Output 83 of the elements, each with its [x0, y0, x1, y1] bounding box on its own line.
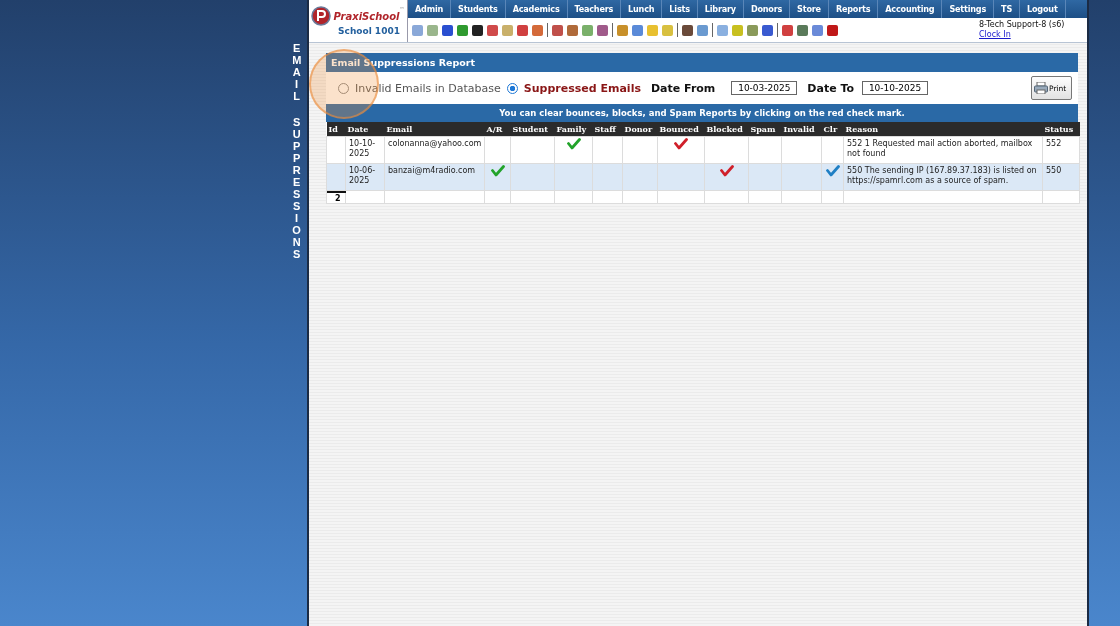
check-cell[interactable]: [781, 163, 822, 191]
column-header: Spam: [748, 122, 782, 137]
school-name: School 1001: [338, 26, 400, 36]
status-cell: 550: [1042, 163, 1080, 191]
report-mode-option[interactable]: Invalid Emails in Database: [338, 81, 501, 95]
check-icon[interactable]: [825, 165, 840, 177]
check-cell[interactable]: [484, 163, 511, 191]
column-header: Status: [1042, 122, 1080, 137]
row-count: 2: [327, 191, 346, 203]
menu-item[interactable]: Reports: [828, 0, 879, 18]
date-cell: 10-10-2025: [345, 136, 385, 164]
menu-item[interactable]: Students: [451, 0, 506, 18]
menu-item[interactable]: Accounting: [878, 0, 943, 18]
check-cell[interactable]: [748, 163, 782, 191]
check-cell[interactable]: [657, 163, 705, 191]
menu-item[interactable]: TS: [994, 0, 1021, 18]
check-cell[interactable]: [592, 163, 623, 191]
check-cell[interactable]: [821, 136, 844, 164]
menu-item[interactable]: Lunch: [621, 0, 663, 18]
column-header: Staff: [592, 122, 623, 137]
clock-in-link[interactable]: Clock In: [979, 30, 1087, 40]
check-cell[interactable]: [821, 163, 844, 191]
date-to-field[interactable]: 10-10-2025: [862, 81, 929, 95]
check-cell[interactable]: [510, 136, 555, 164]
check-cell[interactable]: [622, 163, 658, 191]
check-cell[interactable]: [592, 136, 623, 164]
date-from-label: Date From: [650, 81, 716, 95]
email-cell: colonanna@yahoo.com: [384, 136, 485, 164]
report-mode-option[interactable]: Suppressed Emails: [506, 81, 641, 95]
check-cell[interactable]: [704, 163, 749, 191]
notice-bar: You can clear bounces, blocks, and Spam Reports by clicking on the red check mark.: [326, 104, 1078, 122]
check-cell[interactable]: [622, 136, 658, 164]
status-cell: 552: [1042, 136, 1080, 164]
check-cell[interactable]: [554, 163, 593, 191]
menu-item[interactable]: Logout: [1020, 0, 1066, 18]
check-cell[interactable]: [748, 136, 782, 164]
menu-item[interactable]: Settings: [942, 0, 995, 18]
column-header: Bounced: [657, 122, 705, 137]
menu-item[interactable]: Library: [697, 0, 744, 18]
column-header: Clr: [821, 122, 844, 137]
page-title: EMAIL: [292, 42, 301, 102]
column-header: Reason: [843, 122, 1043, 137]
menu-item[interactable]: Admin: [408, 0, 452, 18]
column-header: Date: [345, 122, 385, 137]
column-header: Id: [326, 122, 346, 137]
check-icon[interactable]: [490, 165, 505, 177]
check-icon[interactable]: [719, 165, 734, 177]
menu-item[interactable]: Teachers: [567, 0, 622, 18]
toolbar-icon[interactable]: [827, 24, 838, 36]
check-icon[interactable]: [566, 138, 581, 150]
column-header: A/R: [484, 122, 511, 137]
date-cell: 10-06-2025: [345, 163, 385, 191]
check-cell[interactable]: [554, 136, 593, 164]
printer-icon: [1034, 82, 1048, 94]
check-cell[interactable]: [781, 136, 822, 164]
menu-item[interactable]: Lists: [662, 0, 698, 18]
date-to-label: Date To: [807, 81, 855, 95]
check-cell[interactable]: [704, 136, 749, 164]
column-header: Donor: [622, 122, 658, 137]
reason-cell: 550 The sending IP (167.89.37.183) is listed on https://spamrl.com as a source of spam.: [843, 163, 1043, 191]
reason-cell: 552 1 Requested mail action aborted, mailbox not found: [843, 136, 1043, 164]
check-cell[interactable]: [510, 163, 555, 191]
check-cell[interactable]: [484, 136, 511, 164]
radio-button[interactable]: [506, 82, 518, 94]
user-name: 8-Tech Support-8 (s6): [979, 20, 1066, 30]
toolbar-icon[interactable]: [472, 24, 483, 36]
toolbar-icon[interactable]: [682, 24, 693, 36]
page-title: SUPPRESSIONS: [292, 116, 301, 260]
column-header: Email: [384, 122, 485, 137]
column-header: Family: [554, 122, 593, 137]
menu-item[interactable]: Academics: [505, 0, 568, 18]
menu-item[interactable]: Donors: [743, 0, 791, 18]
column-header: Invalid: [781, 122, 822, 137]
column-header: Blocked: [704, 122, 749, 137]
toolbar-icon[interactable]: [442, 24, 453, 36]
date-from-field[interactable]: 10-03-2025: [731, 81, 798, 95]
brand-name: PraxiSchool: [333, 10, 400, 22]
check-icon[interactable]: [674, 138, 688, 150]
email-cell: banzai@m4radio.com: [384, 163, 485, 191]
radio-button[interactable]: [338, 82, 349, 94]
column-header: Student: [510, 122, 555, 137]
menu-item[interactable]: Store: [790, 0, 829, 18]
check-cell[interactable]: [657, 136, 705, 164]
